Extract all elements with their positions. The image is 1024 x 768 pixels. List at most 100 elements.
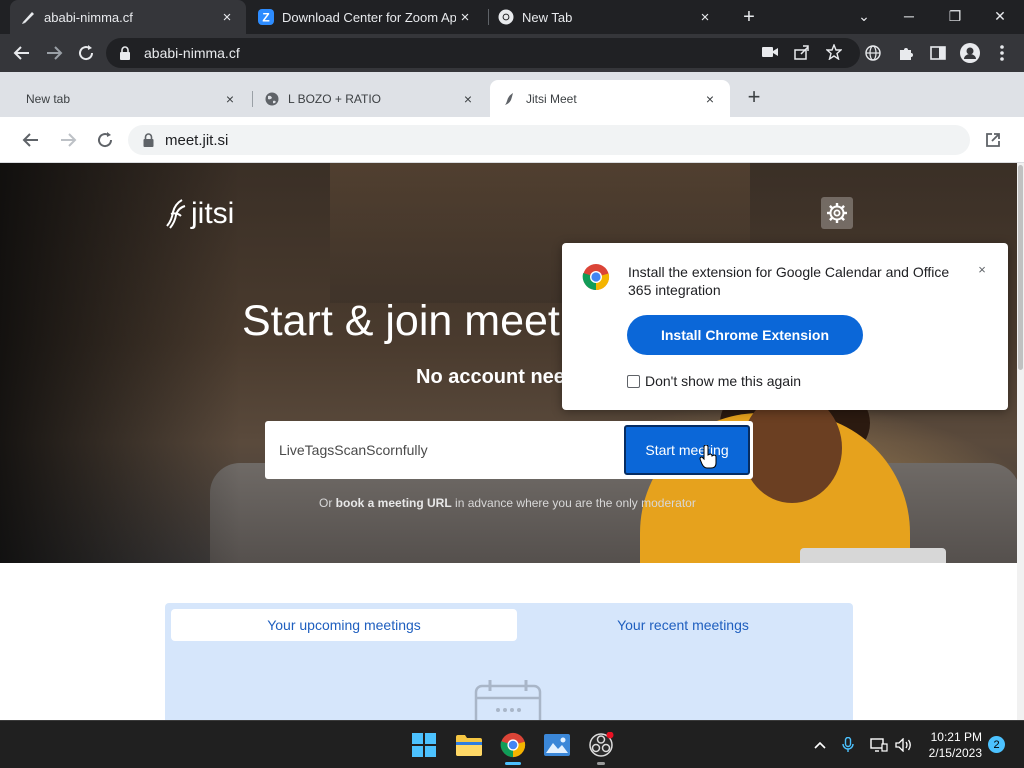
chevron-up-icon[interactable] (810, 735, 830, 755)
outer-tab-title: ababi-nimma.cf (44, 9, 133, 25)
clock-date: 2/15/2023 (928, 746, 982, 760)
calendar-icon (474, 680, 542, 720)
inner-toolbar: meet.jit.si (0, 117, 1024, 163)
bookmark-star-icon[interactable] (821, 39, 847, 65)
chrome-favicon-icon (498, 9, 514, 25)
inner-tab-title: New tab (26, 91, 71, 106)
room-name-input[interactable] (265, 421, 625, 479)
open-in-new-window-icon[interactable] (979, 126, 1007, 154)
outer-tab-zoom[interactable]: Z Download Center for Zoom Apps × (248, 0, 484, 34)
notification-badge[interactable]: 2 (988, 736, 1005, 753)
close-icon[interactable]: × (460, 91, 476, 107)
minimize-button[interactable]: ─ (887, 0, 931, 32)
popup-close-button[interactable]: × (972, 259, 992, 279)
reload-button[interactable] (72, 39, 100, 67)
close-window-button[interactable]: ✕ (978, 0, 1022, 32)
arrow-right-icon (47, 46, 63, 60)
jitsi-favicon-icon (502, 91, 518, 107)
profile-avatar-icon[interactable] (956, 39, 984, 67)
kebab-menu-icon[interactable] (988, 39, 1016, 67)
file-explorer-icon[interactable] (451, 727, 487, 763)
hero-subline: No account nee (416, 366, 565, 388)
pen-favicon-icon (20, 9, 36, 25)
forward-button[interactable] (40, 39, 68, 67)
windows-start-icon[interactable] (406, 727, 442, 763)
speaker-icon[interactable] (894, 735, 914, 755)
outer-toolbar: ababi-nimma.cf (0, 34, 1024, 72)
inner-tab-new-tab[interactable]: New tab × (14, 80, 250, 117)
photos-app-icon[interactable] (539, 727, 575, 763)
share-icon[interactable] (789, 39, 815, 65)
network-icon[interactable] (869, 735, 889, 755)
close-icon[interactable]: × (456, 8, 474, 26)
book-prefix: Or (319, 496, 336, 510)
inner-tab-strip: New tab × L BOZO + RATIO × Jitsi Meet × (0, 72, 1024, 117)
extension-popup: Install the extension for Google Calenda… (562, 243, 1008, 410)
settings-gear-button[interactable] (821, 197, 853, 229)
active-app-indicator (505, 762, 521, 765)
hand-cursor-icon (699, 445, 717, 469)
outer-tab-strip: ababi-nimma.cf × Z Download Center for Z… (0, 0, 1024, 34)
lock-icon (143, 133, 154, 147)
dont-show-again-checkbox[interactable]: Don't show me this again (627, 373, 801, 389)
arrow-left-icon (22, 133, 38, 147)
inner-url-text: meet.jit.si (165, 131, 229, 149)
screen: ababi-nimma.cf × Z Download Center for Z… (0, 0, 1024, 768)
side-panel-icon[interactable] (924, 39, 952, 67)
taskbar-clock[interactable]: 10:21 PM 2/15/2023 (918, 729, 982, 761)
chrome-taskbar-icon[interactable] (495, 727, 531, 763)
book-meeting-link[interactable]: book a meeting URL (336, 496, 452, 510)
inner-reload-button[interactable] (91, 126, 119, 154)
install-extension-button[interactable]: Install Chrome Extension (627, 315, 863, 355)
outer-tab-ababi[interactable]: ababi-nimma.cf × (10, 0, 246, 34)
arrow-left-icon (13, 46, 29, 60)
arrow-right-icon (61, 133, 77, 147)
close-icon[interactable]: × (222, 91, 238, 107)
inner-tab-jitsi[interactable]: Jitsi Meet × (490, 80, 730, 117)
inner-tab-bozo[interactable]: L BOZO + RATIO × (252, 80, 488, 117)
inner-address-bar[interactable]: meet.jit.si (128, 125, 970, 155)
inner-back-button[interactable] (17, 126, 45, 154)
restore-button[interactable]: ❐ (933, 0, 977, 32)
close-icon[interactable]: × (696, 8, 714, 26)
logo-text: jitsi (191, 197, 235, 230)
reload-icon (98, 132, 113, 148)
checkbox-label: Don't show me this again (645, 373, 801, 389)
book-meeting-line: Or book a meeting URL in advance where y… (319, 496, 696, 510)
page-scrollbar[interactable] (1017, 163, 1024, 720)
svg-text:Z: Z (262, 11, 269, 25)
new-tab-button[interactable]: + (736, 4, 762, 30)
hero-headline: Start & join meeti (242, 297, 570, 345)
tab-upcoming-label: Your upcoming meetings (267, 617, 421, 633)
globe-favicon-icon (264, 91, 280, 107)
start-meeting-button[interactable]: Start meeting (624, 425, 750, 475)
outer-tab-new-tab[interactable]: New Tab × (488, 0, 724, 34)
scrollbar-thumb[interactable] (1018, 165, 1023, 370)
install-extension-label: Install Chrome Extension (660, 327, 830, 343)
meetings-panel: Your upcoming meetings Your recent meeti… (165, 603, 853, 720)
jitsi-logo[interactable]: jitsi (165, 197, 234, 231)
checkbox-box[interactable] (627, 374, 640, 388)
outer-address-bar[interactable]: ababi-nimma.cf (106, 38, 860, 68)
jitsi-page: jitsi Start & join meeti No account nee … (0, 163, 1024, 720)
close-icon[interactable]: × (218, 8, 236, 26)
tab-recent-meetings[interactable]: Your recent meetings (517, 609, 849, 641)
inner-forward-button[interactable] (54, 126, 82, 154)
running-app-indicator (597, 762, 605, 765)
back-button[interactable] (8, 39, 36, 67)
camera-icon[interactable] (757, 39, 783, 65)
inner-new-tab-button[interactable]: + (740, 83, 768, 111)
obs-app-icon[interactable] (583, 727, 619, 763)
outer-url-text: ababi-nimma.cf (144, 45, 240, 61)
microphone-icon[interactable] (838, 735, 858, 755)
tab-upcoming-meetings[interactable]: Your upcoming meetings (171, 609, 517, 641)
outer-tab-title: New Tab (522, 9, 573, 25)
globe-extension-icon[interactable] (859, 39, 887, 67)
extensions-puzzle-icon[interactable] (892, 39, 920, 67)
tab-search-button[interactable]: ⌄ (842, 0, 886, 32)
reload-icon (79, 45, 94, 61)
close-icon[interactable]: × (702, 91, 718, 107)
inner-tab-title: L BOZO + RATIO (288, 91, 382, 106)
clock-time: 10:21 PM (930, 730, 982, 744)
zoom-favicon-icon: Z (258, 9, 274, 25)
